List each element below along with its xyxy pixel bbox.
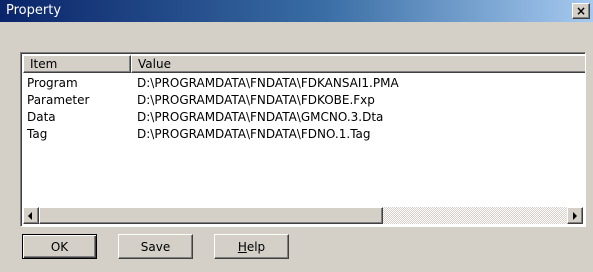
window-title: Property (6, 3, 62, 18)
row-item-label: Data (27, 110, 56, 124)
help-label-rest: elp (246, 239, 266, 254)
arrow-right-icon (573, 212, 577, 220)
close-icon: × (575, 4, 587, 18)
scroll-left-button[interactable] (23, 207, 39, 224)
row-value: D:\PROGRAMDATA\FNDATA\FDNO.1.Tag (137, 127, 371, 141)
column-header-value[interactable]: Value (131, 55, 585, 73)
scrollbar-thumb[interactable] (39, 207, 383, 224)
column-header-item[interactable]: Item (23, 55, 131, 73)
row-item-label: Parameter (27, 93, 90, 107)
ok-button[interactable]: OK (22, 234, 97, 259)
row-item-label: Tag (27, 127, 48, 141)
list-header: Item Value (23, 55, 585, 73)
list-row-program[interactable]: Program D:\PROGRAMDATA\FNDATA\FDKANSAI1.… (23, 75, 583, 92)
help-label: Help (238, 240, 265, 254)
ok-label: OK (50, 239, 69, 254)
horizontal-scrollbar[interactable] (23, 207, 583, 224)
row-value: D:\PROGRAMDATA\FNDATA\GMCNO.3.Dta (137, 110, 384, 124)
save-label: Save (140, 239, 171, 254)
scroll-right-button[interactable] (567, 207, 583, 224)
help-button[interactable]: Help (214, 234, 289, 259)
arrow-left-icon (28, 212, 32, 220)
help-mnemonic: H (237, 239, 247, 254)
row-item-label: Program (27, 76, 78, 90)
list-rows: Program D:\PROGRAMDATA\FNDATA\FDKANSAI1.… (23, 75, 583, 143)
list-row-tag[interactable]: Tag D:\PROGRAMDATA\FNDATA\FDNO.1.Tag (23, 126, 583, 143)
list-row-parameter[interactable]: Parameter D:\PROGRAMDATA\FNDATA\FDKOBE.F… (23, 92, 583, 109)
list-row-data[interactable]: Data D:\PROGRAMDATA\FNDATA\GMCNO.3.Dta (23, 109, 583, 126)
title-bar[interactable]: Property × (0, 0, 593, 22)
property-dialog: Property × Item Value Program D:\PROGRAM… (0, 0, 593, 272)
row-value: D:\PROGRAMDATA\FNDATA\FDKOBE.Fxp (137, 93, 375, 107)
close-button[interactable]: × (572, 3, 590, 19)
row-value: D:\PROGRAMDATA\FNDATA\FDKANSAI1.PMA (137, 76, 399, 90)
save-button[interactable]: Save (118, 234, 193, 259)
property-list[interactable]: Item Value Program D:\PROGRAMDATA\FNDATA… (20, 52, 586, 227)
